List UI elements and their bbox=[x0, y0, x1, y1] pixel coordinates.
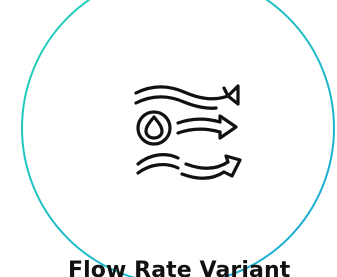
feature-title: Flow Rate Variant bbox=[68, 258, 291, 277]
flow-rate-droplet-arrows-icon bbox=[134, 84, 242, 180]
feature-card: Flow Rate Variant bbox=[0, 0, 337, 277]
